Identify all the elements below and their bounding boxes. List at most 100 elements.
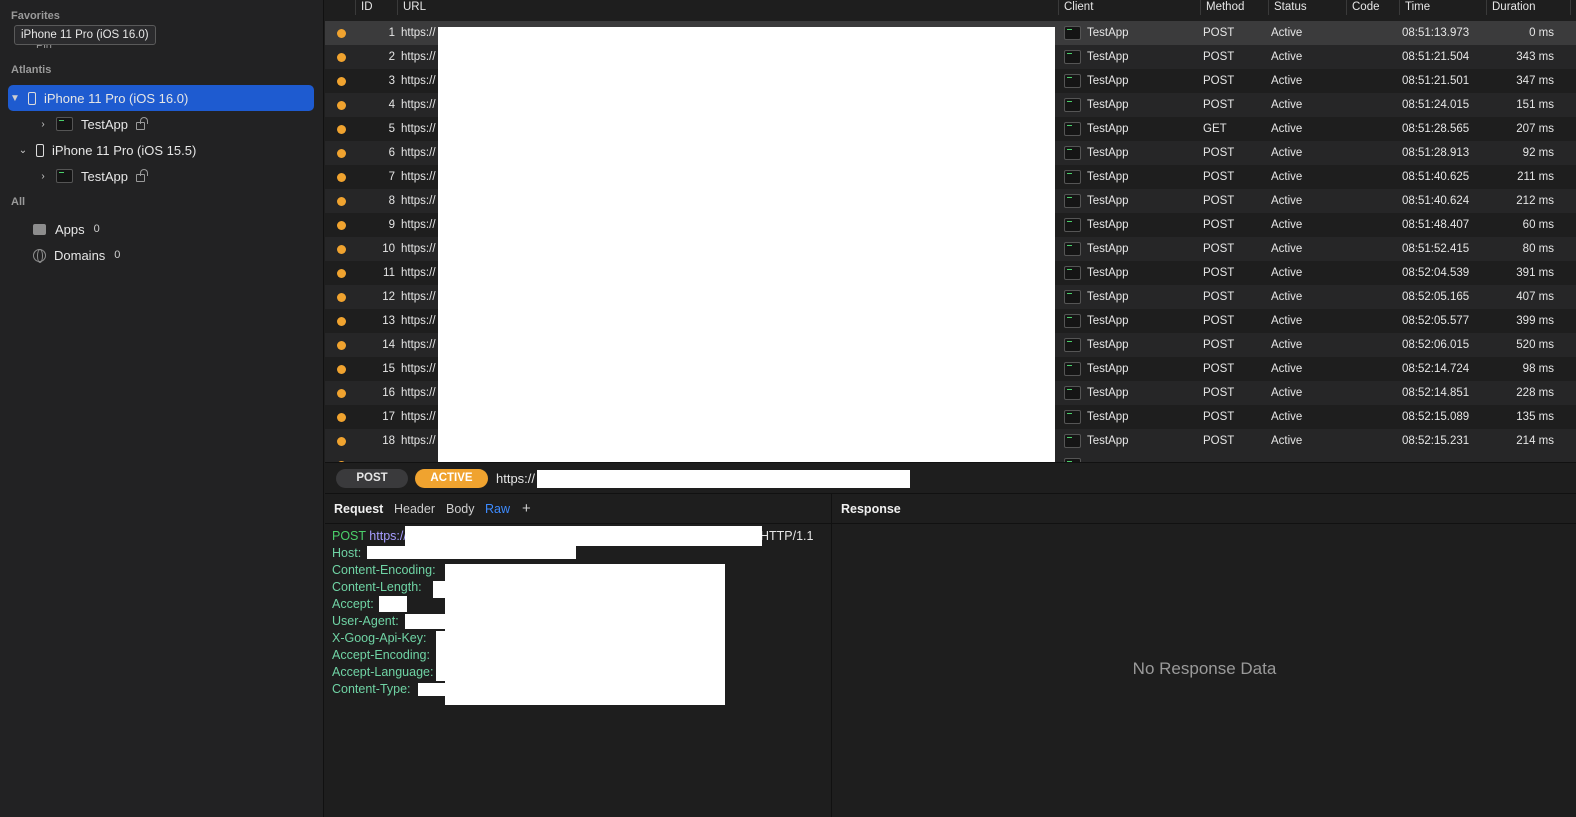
column-header-status[interactable]: Status: [1268, 0, 1307, 15]
column-header-client[interactable]: Client: [1058, 0, 1093, 15]
cell-client: TestApp: [1087, 243, 1129, 255]
tab-header[interactable]: Header: [394, 494, 435, 524]
cell-time: 08:51:48.407: [1402, 219, 1470, 231]
cell-url: https://: [401, 387, 436, 399]
request-title: Request: [334, 502, 384, 516]
cell-status: Active: [1271, 291, 1303, 303]
terminal-app-icon: [1064, 362, 1081, 376]
column-header-code[interactable]: Code: [1346, 0, 1380, 15]
device-row-ios16[interactable]: ▼ iPhone 11 Pro (iOS 16.0): [8, 85, 314, 111]
status-dot-icon: [337, 149, 346, 158]
redacted-content-type: [418, 683, 448, 696]
add-tab-button[interactable]: +: [522, 494, 531, 524]
cell-status: Active: [1271, 195, 1303, 207]
tab-raw[interactable]: Raw: [485, 494, 510, 524]
status-dot-icon: [337, 221, 346, 230]
chevron-right-icon[interactable]: ›: [36, 171, 50, 182]
terminal-app-icon: [1064, 410, 1081, 424]
terminal-app-icon: [1064, 314, 1081, 328]
device-row-ios15[interactable]: ⌄ iPhone 11 Pro (iOS 15.5): [16, 137, 197, 163]
cell-status: Active: [1271, 387, 1303, 399]
cell-method: POST: [1203, 99, 1235, 111]
unlock-icon[interactable]: [135, 169, 148, 182]
column-header-time[interactable]: Time: [1399, 0, 1430, 15]
status-dot-icon: [337, 293, 346, 302]
cell-client: TestApp: [1087, 171, 1129, 183]
cell-time: 08:52:05.577: [1402, 315, 1470, 327]
column-header-method[interactable]: Method: [1200, 0, 1244, 15]
cell-client: TestApp: [1087, 291, 1129, 303]
cell-time: 08:52:04.539: [1402, 267, 1470, 279]
redacted-content-length: [433, 581, 447, 598]
cell-status: Active: [1271, 123, 1303, 135]
empty-response-message: No Response Data: [1132, 659, 1277, 678]
raw-url[interactable]: https://: [369, 529, 407, 543]
app-row-testapp-ios15[interactable]: › TestApp: [36, 163, 148, 189]
cell-id: 8: [388, 195, 395, 207]
request-url[interactable]: https://: [496, 463, 535, 494]
apps-row[interactable]: Apps 0: [33, 219, 100, 239]
status-dot-icon: [337, 29, 346, 38]
cell-url: https://: [401, 267, 436, 279]
cell-status: Active: [1271, 99, 1303, 111]
column-header-url[interactable]: URL: [397, 0, 426, 15]
terminal-app-icon: [1064, 122, 1081, 136]
cell-status: Active: [1271, 363, 1303, 375]
column-header-duration[interactable]: Duration: [1486, 0, 1535, 15]
status-dot-icon: [337, 317, 346, 326]
status-badge: ACTIVE: [415, 469, 488, 488]
cell-status: Active: [1271, 75, 1303, 87]
app-row-testapp-ios16[interactable]: › TestApp: [36, 111, 148, 137]
status-dot-icon: [337, 365, 346, 374]
cell-duration: 343 ms: [1516, 51, 1554, 63]
redacted-url-block: [438, 27, 1055, 462]
chevron-right-icon[interactable]: ›: [36, 119, 50, 130]
cell-client: TestApp: [1087, 123, 1129, 135]
terminal-app-icon: [1064, 434, 1081, 448]
unlock-icon[interactable]: [135, 117, 148, 130]
cell-url: https://: [401, 51, 436, 63]
cell-method: POST: [1203, 219, 1235, 231]
cell-client: TestApp: [1087, 147, 1129, 159]
cell-client: TestApp: [1087, 435, 1129, 447]
cell-status: Active: [1271, 219, 1303, 231]
chevron-down-icon[interactable]: ▼: [8, 93, 22, 104]
cell-method: POST: [1203, 411, 1235, 423]
cell-status: Active: [1271, 267, 1303, 279]
cell-client: TestApp: [1087, 99, 1129, 111]
status-dot-icon: [337, 53, 346, 62]
cell-client: TestApp: [1087, 363, 1129, 375]
status-dot-icon: [337, 413, 346, 422]
terminal-app-icon: [1064, 242, 1081, 256]
cell-url: https://: [401, 195, 436, 207]
atlantis-section-title: Atlantis: [11, 64, 52, 76]
raw-header-key: X-Goog-Api-Key:: [332, 631, 427, 645]
status-dot-icon: [337, 197, 346, 206]
cell-time: 08:52:14.851: [1402, 387, 1470, 399]
cell-time: 08:52:14.724: [1402, 363, 1470, 375]
tab-body[interactable]: Body: [446, 494, 475, 524]
cell-id: 10: [382, 243, 395, 255]
redacted-user-agent: [405, 614, 447, 629]
domains-row[interactable]: Domains 0: [33, 245, 120, 265]
cell-duration: 92 ms: [1522, 147, 1554, 159]
redacted-host: [367, 546, 576, 559]
column-header-id[interactable]: ID: [355, 0, 373, 15]
cell-id: 12: [382, 291, 395, 303]
cell-url: https://: [401, 315, 436, 327]
terminal-app-icon: [1064, 290, 1081, 304]
cell-method: POST: [1203, 315, 1235, 327]
terminal-app-icon: [1064, 338, 1081, 352]
cell-duration: 98 ms: [1522, 363, 1554, 375]
redacted-encoding-language: [436, 631, 448, 681]
cell-id: 17: [382, 411, 395, 423]
raw-request-line: POST https:// HTTP/1.1: [332, 528, 814, 545]
chevron-down-icon[interactable]: ⌄: [16, 145, 30, 156]
terminal-app-icon: [1064, 170, 1081, 184]
cell-duration: 0 ms: [1529, 27, 1554, 39]
cell-client: TestApp: [1087, 195, 1129, 207]
terminal-app-icon: [1064, 146, 1081, 160]
redacted-raw-url: [405, 526, 762, 546]
request-summary-bar: POST ACTIVE https://: [325, 462, 1576, 493]
cell-time: 08:52:05.165: [1402, 291, 1470, 303]
